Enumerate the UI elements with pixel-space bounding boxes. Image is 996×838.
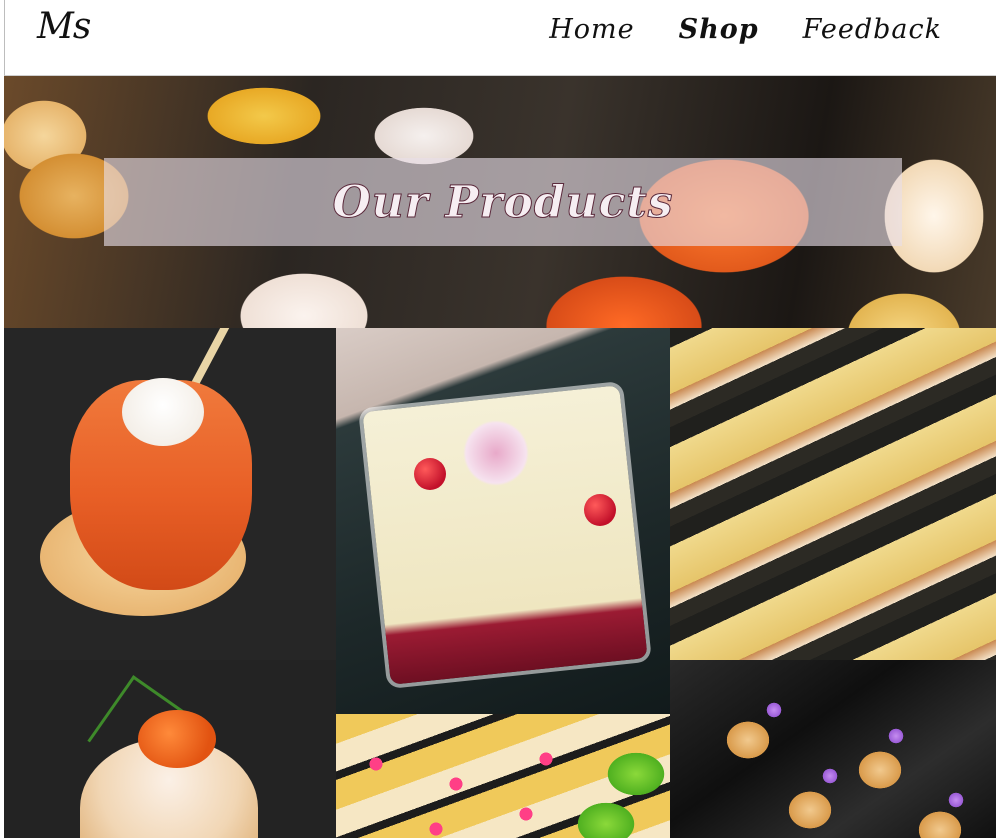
salmon-roe	[138, 710, 216, 768]
nav-home[interactable]: Home	[549, 14, 634, 45]
product-image-cream-puffs[interactable]	[670, 660, 996, 838]
edible-flower	[454, 418, 538, 488]
product-image-lobster-bites[interactable]	[670, 328, 996, 660]
page-title: Our Products	[332, 176, 674, 228]
site-header: Ms Home Shop Feedback	[4, 0, 996, 76]
site-logo[interactable]: Ms	[37, 6, 91, 47]
main-nav: Home Shop Feedback	[549, 14, 942, 45]
nav-feedback[interactable]: Feedback	[803, 14, 942, 45]
nav-shop[interactable]: Shop	[679, 14, 759, 45]
cream-topping	[122, 378, 204, 446]
product-image-panna-cotta[interactable]	[336, 328, 670, 714]
hero-title-band: Our Products	[104, 158, 902, 246]
berry	[584, 494, 616, 526]
hero-banner: Our Products	[4, 76, 996, 328]
product-image-roe-tartlet[interactable]	[4, 660, 336, 838]
product-image-petit-fours[interactable]	[336, 714, 670, 838]
product-image-salmon-canape[interactable]	[4, 328, 336, 660]
berry	[414, 458, 446, 490]
